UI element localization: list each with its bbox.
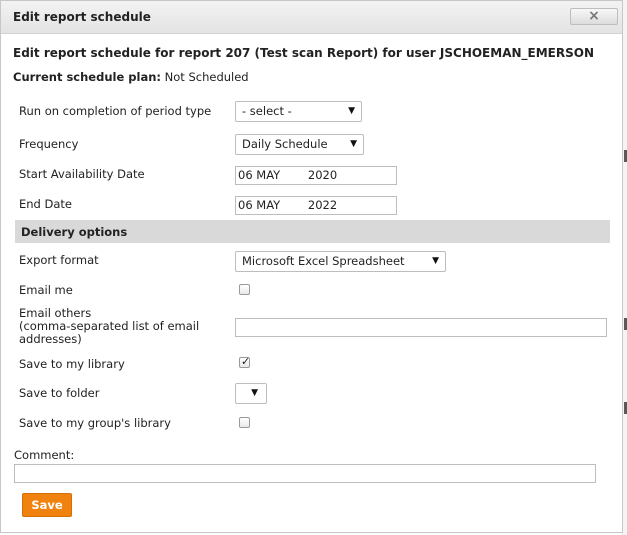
end-date-year: 2022 <box>307 198 338 212</box>
start-date-label: Start Availability Date <box>19 167 145 181</box>
edit-schedule-dialog: Edit report schedule × Edit report sched… <box>0 0 623 533</box>
export-format-select[interactable]: Microsoft Excel Spreadsheet ▼ <box>235 251 446 272</box>
export-format-label: Export format <box>19 253 99 267</box>
email-others-label: Email others (comma-separated list of em… <box>19 307 199 346</box>
start-date-year: 2020 <box>307 168 338 182</box>
chevron-down-icon: ▼ <box>432 256 439 266</box>
save-library-label: Save to my library <box>19 357 125 371</box>
chevron-down-icon: ▼ <box>251 388 258 398</box>
period-type-select[interactable]: - select - ▼ <box>235 101 362 122</box>
start-date-day-month: 06 MAY <box>238 168 281 182</box>
end-date-label: End Date <box>19 197 72 211</box>
save-group-checkbox[interactable] <box>239 417 250 428</box>
end-date-day-month: 06 MAY <box>238 198 281 212</box>
schedule-plan-label: Current schedule plan: <box>13 70 161 84</box>
email-others-label-line: addresses) <box>19 332 82 346</box>
export-format-value: Microsoft Excel Spreadsheet <box>242 254 405 268</box>
save-folder-label: Save to folder <box>19 386 100 400</box>
comment-input[interactable] <box>14 464 596 483</box>
dialog-title: Edit report schedule <box>13 10 151 24</box>
email-others-input[interactable] <box>235 318 607 337</box>
chevron-down-icon: ▼ <box>348 106 355 116</box>
schedule-plan-value: Not Scheduled <box>161 70 249 84</box>
dialog-titlebar: Edit report schedule × <box>1 1 622 34</box>
start-date-field[interactable]: 06 MAY 2020 <box>235 166 397 185</box>
close-icon: × <box>588 8 600 24</box>
schedule-plan: Current schedule plan: Not Scheduled <box>13 70 249 84</box>
email-me-label: Email me <box>19 283 73 297</box>
chevron-down-icon: ▼ <box>350 139 357 149</box>
save-button[interactable]: Save <box>22 493 72 517</box>
save-folder-select[interactable]: ▼ <box>235 383 267 404</box>
comment-label: Comment: <box>14 448 75 462</box>
close-button[interactable]: × <box>570 8 618 25</box>
end-date-field[interactable]: 06 MAY 2022 <box>235 196 397 215</box>
frequency-value: Daily Schedule <box>242 137 328 151</box>
period-type-value: - select - <box>242 104 292 118</box>
delivery-options-title: Delivery options <box>21 225 128 239</box>
delivery-options-header: Delivery options <box>15 220 610 243</box>
period-type-label: Run on completion of period type <box>19 104 212 118</box>
frequency-select[interactable]: Daily Schedule ▼ <box>235 134 364 155</box>
save-library-checkbox[interactable]: ✓ <box>239 355 251 368</box>
check-icon: ✓ <box>241 355 251 368</box>
email-me-checkbox[interactable] <box>239 284 250 295</box>
save-group-label: Save to my group's library <box>19 416 171 430</box>
schedule-heading: Edit report schedule for report 207 (Tes… <box>13 46 594 60</box>
frequency-label: Frequency <box>19 137 79 151</box>
